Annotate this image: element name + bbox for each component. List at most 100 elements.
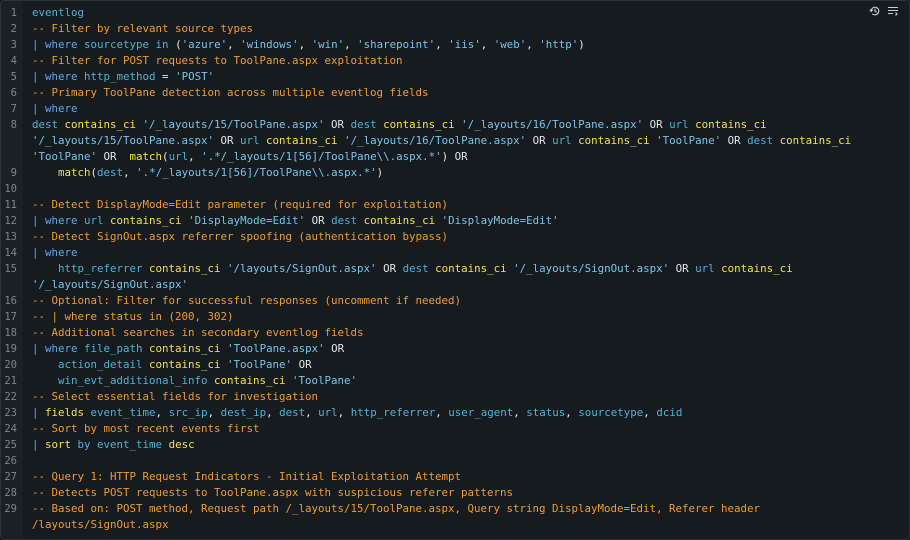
code-line[interactable]: 21 win_evt_additional_info contains_ci '… (1, 373, 909, 389)
code-token: 'sharepoint' (357, 38, 436, 51)
code-token: dest (32, 118, 65, 131)
code-token: ) OR (441, 150, 468, 163)
code-line-text: -- | where status in (200, 302) (32, 309, 899, 325)
code-token: , (298, 38, 312, 51)
code-token: dest (747, 134, 780, 147)
code-line[interactable]: 24 -- Sort by most recent events first (1, 421, 909, 437)
history-icon[interactable] (869, 5, 881, 17)
code-token: 'ToolPane' (227, 358, 293, 371)
code-line[interactable]: 26 (1, 453, 909, 469)
code-area[interactable]: 1 eventlog 2 -- Filter by relevant source t… (1, 5, 909, 533)
code-line-text: -- Additional searches in secondary even… (32, 325, 899, 341)
code-line[interactable]: /layouts/SignOut.aspx (1, 517, 909, 533)
code-token: OR (721, 134, 748, 147)
code-token: OR (324, 342, 345, 355)
code-token: -- Optional: Filter for successful respo… (32, 294, 462, 307)
code-token: match (129, 150, 163, 163)
code-line-text: | where (32, 245, 899, 261)
code-line-text: -- Sort by most recent events first (32, 421, 899, 437)
editor-toolbar (869, 5, 899, 17)
code-line[interactable]: 19 | where file_path contains_ci 'ToolPan… (1, 341, 909, 357)
code-token: '/_layouts/15/ToolPane.aspx' (32, 134, 215, 147)
line-number: 16 (4, 295, 17, 307)
code-line-text: 'ToolPane' OR match(url, '.*/_layouts/1[… (32, 149, 899, 165)
code-token: 'web' (493, 38, 527, 51)
code-line[interactable]: 12 | where url contains_ci 'DisplayMode=E… (1, 213, 909, 229)
code-line[interactable]: '/_layouts/15/ToolPane.aspx' OR url cont… (1, 133, 909, 149)
code-token: 'iis' (448, 38, 481, 51)
code-token: 'ToolPane' (656, 134, 722, 147)
code-token: , (123, 166, 137, 179)
code-line[interactable]: 23 | fields event_time, src_ip, dest_ip, … (1, 405, 909, 421)
code-line-text: -- Select essential fields for investiga… (32, 389, 899, 405)
code-line[interactable]: 2 -- Filter by relevant source types (1, 21, 909, 37)
code-line-text: /layouts/SignOut.aspx (32, 517, 899, 533)
code-token: contains_ci (64, 118, 143, 131)
code-line[interactable]: '/_layouts/SignOut.aspx' (1, 277, 909, 293)
code-token: event_time (97, 438, 169, 451)
code-line[interactable]: 29 -- Based on: POST method, Request path… (1, 501, 909, 517)
line-number: 18 (4, 327, 17, 339)
code-token: 'http' (539, 38, 579, 51)
code-line[interactable]: 5 | where http_method = 'POST' (1, 69, 909, 85)
code-line[interactable]: 27 -- Query 1: HTTP Request Indicators - … (1, 469, 909, 485)
code-line[interactable]: 1 eventlog (1, 5, 909, 21)
code-line-text: | where (32, 101, 899, 117)
code-token: , (155, 406, 169, 419)
code-token: sourcetype (578, 406, 644, 419)
code-token: dest (350, 118, 384, 131)
code-line[interactable]: 20 action_detail contains_ci 'ToolPane' … (1, 357, 909, 373)
code-token: contains_ci (695, 118, 767, 131)
line-number: 12 (4, 215, 17, 227)
code-token: | (32, 38, 46, 51)
code-line[interactable]: 6 -- Primary ToolPane detection across mu… (1, 85, 909, 101)
code-token: event_time (90, 406, 156, 419)
code-token: where (45, 38, 85, 51)
code-line[interactable]: 14 | where (1, 245, 909, 261)
code-token: 'win' (311, 38, 345, 51)
code-line[interactable]: 17 -- | where status in (200, 302) (1, 309, 909, 325)
code-line[interactable]: 25 | sort by event_time desc (1, 437, 909, 453)
code-line[interactable]: 10 (1, 181, 909, 197)
code-line[interactable]: 16 -- Optional: Filter for successful res… (1, 293, 909, 309)
code-token: -- Based on: POST method, Request path /… (32, 502, 761, 515)
code-token: , (480, 38, 494, 51)
query-editor[interactable]: 1 eventlog 2 -- Filter by relevant source t… (0, 0, 910, 540)
format-icon[interactable] (887, 5, 899, 17)
code-token: where (45, 102, 78, 115)
code-token: 'POST' (175, 70, 215, 83)
code-line[interactable]: 3 | where sourcetype in ('azure', 'window… (1, 37, 909, 53)
code-line[interactable]: 11 -- Detect DisplayMode=Edit parameter (… (1, 197, 909, 213)
code-token: -- Filter by relevant source types (32, 22, 254, 35)
code-line-text: eventlog (32, 5, 899, 21)
line-number: 8 (10, 119, 17, 131)
code-token: , (526, 38, 540, 51)
line-number: 13 (4, 231, 17, 243)
code-line[interactable]: 18 -- Additional searches in secondary ev… (1, 325, 909, 341)
code-line[interactable]: 9 match(dest, '.*/_layouts/1[56]/ToolPan… (1, 165, 909, 181)
code-line-text: '/_layouts/15/ToolPane.aspx' OR url cont… (32, 133, 899, 149)
code-line[interactable]: 'ToolPane' OR match(url, '.*/_layouts/1[… (1, 149, 909, 165)
code-line[interactable]: 7 | where (1, 101, 909, 117)
code-token: , (565, 406, 579, 419)
code-line[interactable]: 22 -- Select essential fields for investi… (1, 389, 909, 405)
line-number: 29 (4, 503, 17, 515)
code-line[interactable]: 4 -- Filter for POST requests to ToolPane… (1, 53, 909, 69)
code-token: '.*/_layouts/1[56]/ToolPane\\.aspx.*' (136, 166, 377, 179)
line-number: 17 (4, 311, 17, 323)
code-token: file_path (84, 342, 150, 355)
code-line[interactable]: 28 -- Detects POST requests to ToolPane.a… (1, 485, 909, 501)
code-token: /layouts/SignOut.aspx (32, 518, 169, 531)
code-token: -- Select essential fields for investiga… (32, 390, 319, 403)
code-token: OR (305, 214, 332, 227)
code-line[interactable]: 8 dest contains_ci '/_layouts/15/ToolPane… (1, 117, 909, 133)
code-line-text: -- Detects POST requests to ToolPane.asp… (32, 485, 899, 501)
code-line[interactable]: 15 http_referrer contains_ci '/layouts/S… (1, 261, 909, 277)
code-token: dest (97, 166, 124, 179)
code-line[interactable]: 13 -- Detect SignOut.aspx referrer spoofi… (1, 229, 909, 245)
code-token: contains_ci (363, 214, 442, 227)
code-token: http_referrer (350, 406, 436, 419)
